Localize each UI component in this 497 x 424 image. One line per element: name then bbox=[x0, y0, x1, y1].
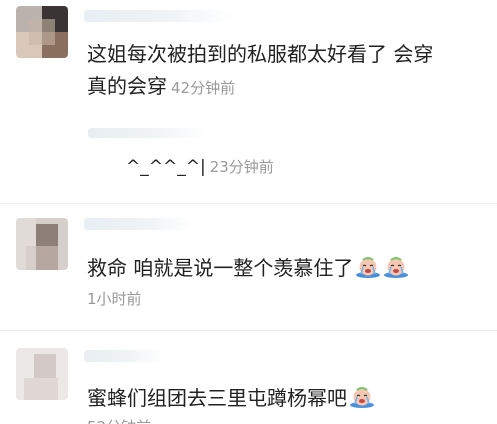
comment-time: 42分钟前 bbox=[171, 79, 236, 97]
reply-row: ^_^^_^| 23分钟前 bbox=[126, 156, 274, 177]
comment-feed: 这姐每次被拍到的私服都太好看了 会穿 真的会穿 42分钟前 ^_^^_^| 23分钟… bbox=[0, 0, 497, 424]
comment-time: 1小时前 bbox=[87, 290, 142, 308]
comment-row: 蜜蜂们组团去三里屯蹲杨幂吧 bbox=[87, 384, 375, 415]
comment-row: 救命 咱就是说一整个羡慕住了 bbox=[87, 254, 409, 285]
blurred-avatar-image bbox=[16, 6, 68, 58]
divider bbox=[0, 330, 497, 331]
crying-baby-emoji-icon bbox=[383, 256, 409, 285]
blurred-avatar-image bbox=[16, 218, 68, 270]
comment-text: 蜜蜂们组团去三里屯蹲杨幂吧 bbox=[87, 386, 347, 410]
divider bbox=[0, 203, 497, 204]
username-blurred[interactable] bbox=[84, 350, 164, 362]
comment-text: 这姐每次被拍到的私服都太好看了 会穿 bbox=[87, 40, 433, 68]
username-blurred[interactable] bbox=[84, 218, 194, 230]
reply-text: ^_^^_^| bbox=[126, 157, 206, 177]
comment-time: 52分钟前 bbox=[87, 416, 151, 424]
comment-text-line-1: 这姐每次被拍到的私服都太好看了 会穿 bbox=[87, 42, 434, 66]
avatar[interactable] bbox=[16, 218, 68, 270]
comment-text: 救命 咱就是说一整个羡慕住了 bbox=[87, 256, 354, 280]
username-blurred[interactable] bbox=[84, 10, 234, 22]
comment-text-line-2-row: 真的会穿 42分钟前 bbox=[87, 72, 235, 102]
blurred-avatar-image bbox=[16, 348, 68, 400]
crying-baby-emoji-icon bbox=[349, 386, 375, 415]
crying-baby-emoji-icon bbox=[355, 256, 381, 285]
avatar[interactable] bbox=[16, 6, 68, 58]
avatar[interactable] bbox=[16, 348, 68, 400]
reply-time: 23分钟前 bbox=[209, 158, 274, 176]
reply-username-blurred[interactable] bbox=[88, 128, 208, 138]
comment-text-line-2: 真的会穿 bbox=[87, 74, 167, 98]
